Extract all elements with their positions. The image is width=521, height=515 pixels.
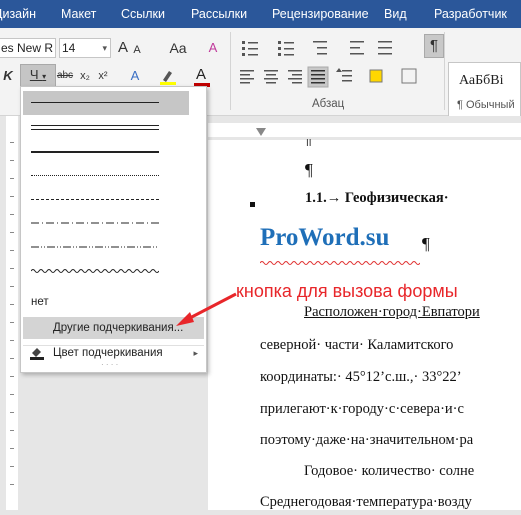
style-name: ¶ Обычный [457,99,515,111]
font-color-button[interactable]: A [193,66,219,88]
font-color-letter: A [196,66,207,83]
shrink-font-button[interactable]: A [131,40,143,60]
text-effects-button[interactable]: A [126,66,144,86]
highlight-button[interactable] [158,68,184,86]
tab-mailings[interactable]: Рассылки [191,0,247,28]
group-separator [230,32,231,110]
underline-option-dashed[interactable] [23,189,189,211]
strikethrough-button[interactable]: abc [54,66,76,86]
doc-line-2: северной· части· Каламитского [260,337,454,353]
ribbon-tab-bar: Дизайн Макет Ссылки Рассылки Рецензирова… [0,0,521,28]
watermark-paragraph-mark: ¶ [422,234,430,253]
ruler-mark: II [306,138,312,149]
paragraph-group-label: Абзац [312,98,345,110]
highlighter-icon [160,71,176,85]
underline-button[interactable]: Ч ▾ [20,64,56,88]
section-heading: 1.1.→ Геофизическая· [305,190,449,206]
document-page[interactable]: II ¶ 1.1.→ Геофизическая· ProWord.su ¶ Р… [208,138,521,510]
ruler-ticks-icon [6,116,18,510]
underline-option-thick[interactable] [23,141,189,163]
chevron-down-icon[interactable]: ▾ [102,39,107,57]
change-case-button[interactable]: Aa [163,38,193,58]
resize-grip[interactable]: · · · · [101,360,118,369]
underline-option-wave[interactable] [23,261,189,283]
ruler-marker-icon [208,123,521,137]
underline-option-double[interactable] [23,117,189,139]
annotation-label: кнопка для вызова формы [236,281,458,301]
list-icons [242,41,392,56]
show-formatting-button[interactable]: ¶ [424,34,444,58]
underline-option-dotted[interactable] [23,165,189,187]
list-buttons-row [238,36,428,62]
tab-view[interactable]: Вид [384,0,407,28]
doc-line-1: Расположен·город·Евпатори [304,304,480,320]
annotation-arrow-icon [176,292,237,326]
underline-option-single[interactable] [23,91,189,115]
font-size-value: 14 [62,41,76,55]
grow-font-button[interactable]: A [116,38,130,58]
watermark-logo: ProWord.su [260,224,390,251]
keep-with-next-bullet [250,202,255,207]
alignment-buttons-row [238,66,428,88]
spelling-squiggle [259,253,421,265]
font-size-combo[interactable]: 14 ▾ [59,38,111,58]
doc-line-5: поэтому·даже·на·значительном·ра [260,432,474,448]
clear-formatting-button[interactable]: A [205,38,221,58]
chevron-down-icon: ▾ [42,72,47,81]
tab-layout[interactable]: Макет [61,0,96,28]
doc-line-3: координаты:· 45°12’с.ш.,· 33°22’ [260,369,462,385]
font-name-combo[interactable]: es New R [0,38,56,58]
tab-design[interactable]: Дизайн [0,0,36,28]
style-normal-tile[interactable]: АаБбВі ¶ Обычный [448,62,521,120]
bold-button[interactable]: K [2,66,14,86]
subscript-button[interactable]: x₂ [78,66,92,86]
tab-developer[interactable]: Разработчик [434,0,507,28]
empty-paragraph-mark: ¶ [305,160,313,179]
submenu-arrow-icon: ▸ [193,348,198,358]
underline-color-icon [30,348,44,360]
horizontal-ruler[interactable] [208,116,521,140]
group-separator [444,32,445,110]
vertical-ruler [4,116,20,510]
doc-line-7: Среднегодовая·температура·возду [260,494,472,510]
style-sample: АаБбВі [459,73,504,88]
underline-letter: Ч [29,67,39,82]
underline-option-dot-dash[interactable] [23,213,189,235]
underline-option-dot-dot-dash[interactable] [23,237,189,259]
doc-line-6: Годовое· количество· солне [304,463,475,479]
doc-line-4: прилегают·к·городу·с·севера·и·с [260,401,464,417]
superscript-button[interactable]: x² [96,66,110,86]
tab-references[interactable]: Ссылки [121,0,165,28]
tab-review[interactable]: Рецензирование [272,0,369,28]
alignment-icons [240,66,417,88]
